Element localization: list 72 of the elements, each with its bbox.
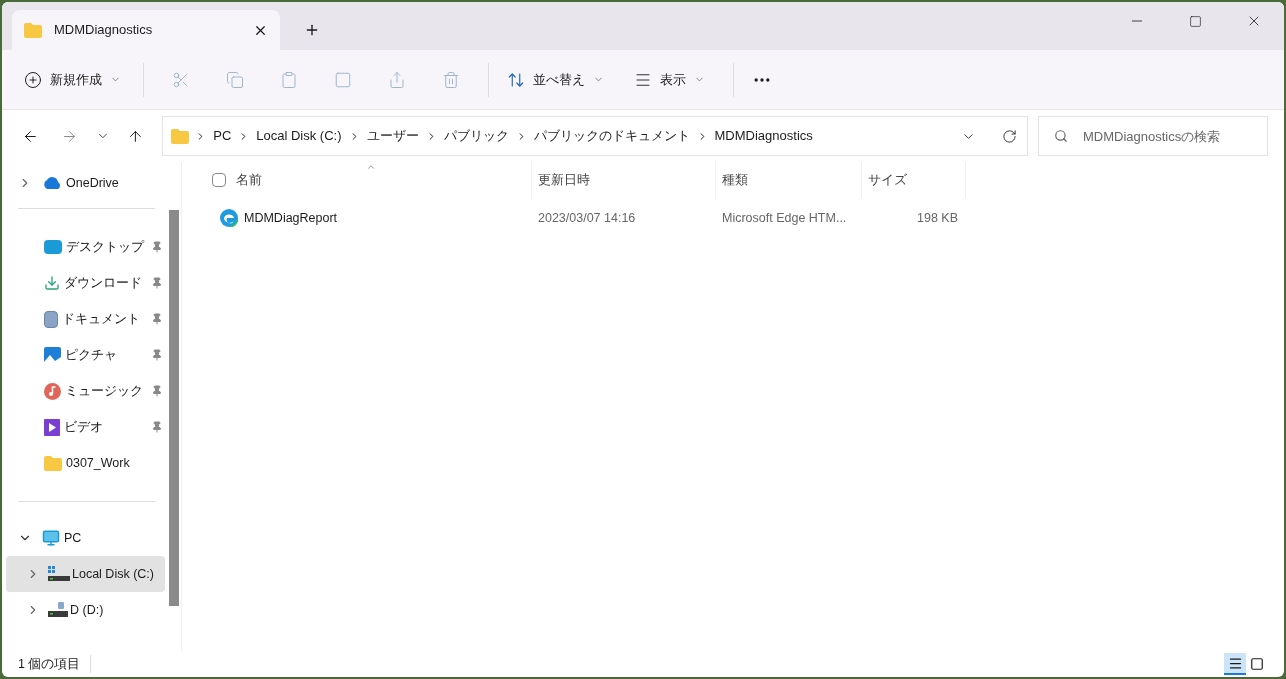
item-count: 1 個の項目 (18, 654, 92, 674)
sidebar-item[interactable]: 0307_Work (66, 453, 163, 473)
pin-icon[interactable] (151, 277, 163, 289)
sort-button[interactable]: 並べ替え (499, 69, 612, 90)
address-bar[interactable]: PC Local Disk (C:) ユーザー パブリック パブリックのドキュメント MDMDiagnostics (162, 116, 1028, 156)
breadcrumb-item[interactable]: パブリック (442, 126, 510, 146)
column-header[interactable]: 名前 (236, 170, 262, 190)
picture-icon (44, 346, 61, 364)
sort-indicator-icon (366, 162, 376, 172)
document-icon (44, 310, 58, 328)
tab-title: MDMDiagnostics (54, 21, 154, 40)
sidebar-item[interactable]: ドキュメント (62, 309, 147, 329)
column-header[interactable]: サイズ (868, 170, 907, 190)
sidebar-item[interactable]: ミュージック (65, 381, 147, 401)
new-button[interactable]: 新規作成 (24, 69, 133, 90)
table-cell-text: 198 KB (916, 209, 958, 227)
plus-icon (24, 70, 42, 89)
pin-icon[interactable] (151, 313, 163, 325)
pin-icon[interactable] (151, 349, 163, 361)
sidebar-item[interactable]: ピクチャ (65, 345, 147, 365)
folder-icon (171, 128, 190, 144)
folder-icon (44, 455, 62, 471)
maximize-icon[interactable] (1189, 14, 1202, 28)
delete-icon[interactable] (442, 70, 460, 89)
sidebar-item[interactable]: OneDrive (66, 173, 119, 193)
breadcrumb-item[interactable]: Local Disk (C:) (255, 126, 343, 146)
sidebar-item[interactable]: デスクトップ (66, 237, 147, 257)
share-icon[interactable] (388, 70, 406, 89)
breadcrumb-item[interactable]: PC (212, 126, 233, 146)
tab[interactable]: MDMDiagnostics (12, 10, 280, 50)
drive-icon (48, 566, 70, 582)
table-cell-text: Microsoft Edge HTM... (721, 209, 848, 227)
folder-icon (24, 22, 42, 38)
details-view-button[interactable] (1224, 653, 1246, 675)
paste-icon[interactable] (280, 70, 298, 89)
square-icon (1250, 657, 1264, 671)
file-icon (220, 209, 238, 227)
search-field[interactable]: MDMDiagnosticsの検索 (1038, 116, 1268, 156)
list-icon (1227, 655, 1243, 671)
cut-icon[interactable] (172, 70, 190, 89)
pin-icon[interactable] (151, 421, 163, 433)
cloud-icon (42, 177, 62, 189)
search-icon (1054, 129, 1068, 143)
sort-icon (507, 70, 525, 89)
drive-icon (48, 602, 68, 618)
select-all-checkbox[interactable] (212, 173, 226, 187)
drive-row[interactable]: Local Disk (C:) (6, 556, 165, 592)
copy-icon[interactable] (226, 70, 244, 89)
breadcrumb-item[interactable]: ユーザー (365, 126, 420, 146)
sidebar-item[interactable]: ビデオ (64, 417, 147, 437)
pin-icon[interactable] (151, 241, 163, 253)
sidebar-item[interactable]: ダウンロード (64, 273, 147, 293)
drive-label: D (D:) (70, 601, 104, 619)
drive-label: Local Disk (C:) (72, 565, 154, 583)
video-icon (44, 418, 60, 436)
scrollbar-thumb[interactable] (169, 210, 179, 606)
breadcrumb-item[interactable]: MDMDiagnostics (713, 126, 814, 146)
sidebar-item[interactable]: PC (64, 528, 82, 548)
file-name[interactable]: MDMDiagReport (244, 208, 338, 228)
new-tab-icon[interactable] (304, 22, 320, 38)
refresh-icon[interactable] (1002, 128, 1017, 144)
pin-icon[interactable] (151, 385, 163, 397)
breadcrumb-item[interactable]: パブリックのドキュメント (532, 126, 691, 146)
desktop-icon (44, 240, 62, 254)
column-header[interactable]: 種類 (722, 170, 748, 190)
drive-row[interactable]: D (D:) (6, 592, 165, 628)
column-header[interactable]: 更新日時 (538, 170, 590, 190)
computer-icon (42, 529, 60, 547)
music-icon (44, 382, 61, 400)
table-cell-text: 2023/03/07 14:16 (537, 209, 637, 227)
view-button[interactable]: 表示 (612, 69, 727, 90)
download-icon (44, 275, 60, 291)
